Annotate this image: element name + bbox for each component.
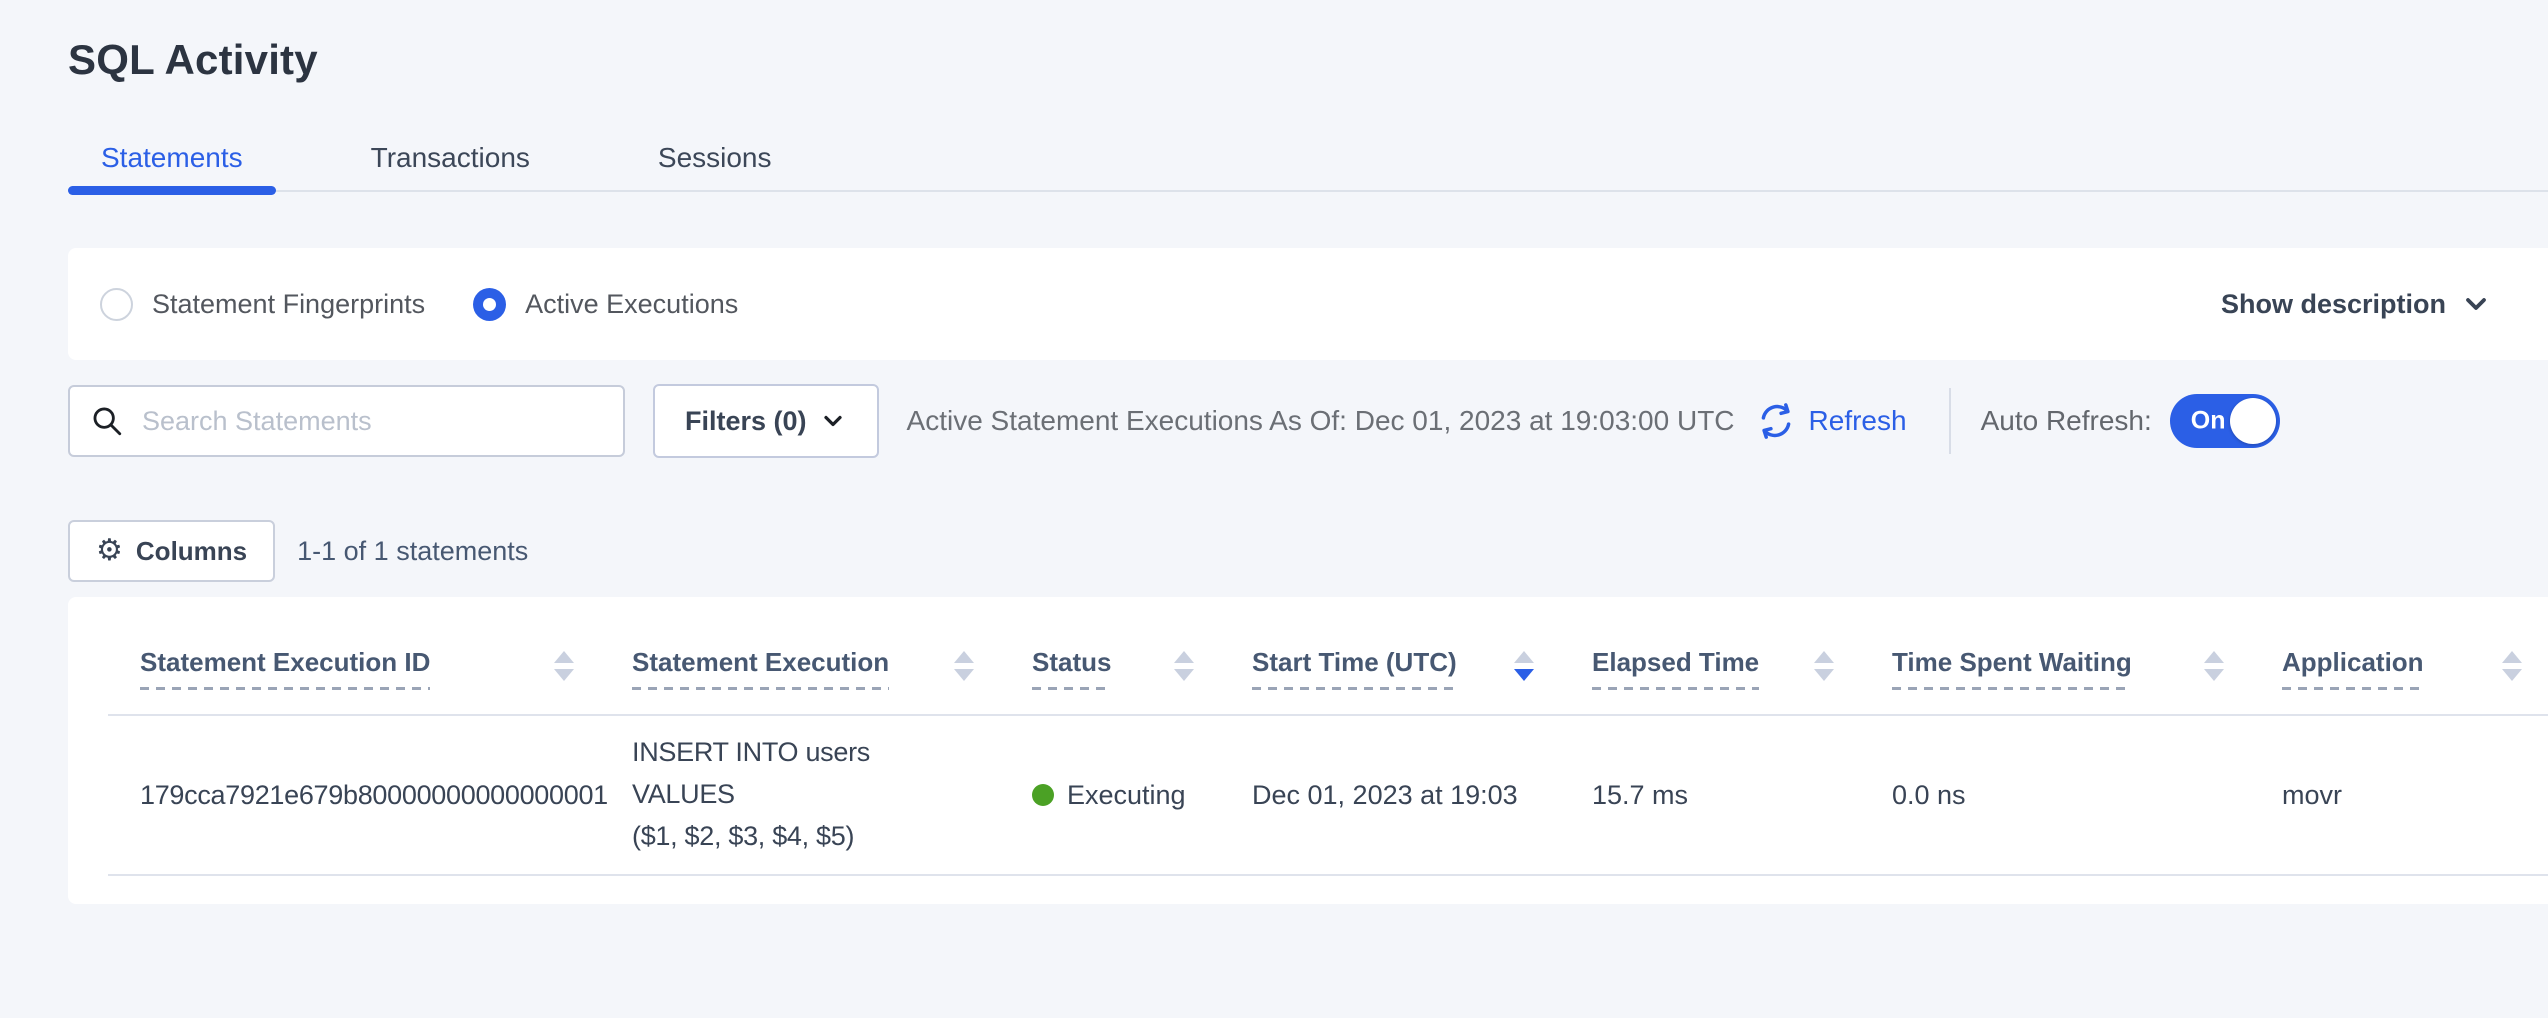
columns-label: Columns bbox=[136, 536, 247, 567]
vertical-divider bbox=[1949, 388, 1951, 454]
radio-unselected-icon[interactable] bbox=[100, 288, 133, 321]
columns-button[interactable]: ⚙ Columns bbox=[68, 520, 275, 582]
radio-active-executions[interactable]: Active Executions bbox=[473, 288, 738, 321]
column-header-time-spent-waiting[interactable]: Time Spent Waiting bbox=[1860, 597, 2250, 714]
as-of-timestamp: Active Statement Executions As Of: Dec 0… bbox=[907, 405, 1735, 437]
cell-execution-id: 179cca7921e679b80000000000000001 bbox=[108, 716, 600, 874]
table-toolbar: ⚙ Columns 1-1 of 1 statements bbox=[68, 520, 2548, 582]
chevron-down-icon bbox=[819, 407, 847, 435]
table-row[interactable]: 179cca7921e679b80000000000000001 INSERT … bbox=[108, 716, 2548, 876]
column-header-elapsed-time[interactable]: Elapsed Time bbox=[1560, 597, 1860, 714]
refresh-button[interactable]: Refresh bbox=[1755, 400, 1907, 442]
refresh-icon bbox=[1755, 400, 1797, 442]
sort-icon[interactable] bbox=[554, 647, 574, 681]
show-description-toggle[interactable]: Show description bbox=[2221, 288, 2492, 320]
search-icon bbox=[90, 404, 124, 438]
auto-refresh-toggle[interactable]: On bbox=[2170, 394, 2280, 448]
radio-statement-fingerprints[interactable]: Statement Fingerprints bbox=[100, 288, 425, 321]
cell-statement: INSERT INTO users VALUES ($1, $2, $3, $4… bbox=[600, 716, 1000, 874]
view-mode-card: Statement Fingerprints Active Executions… bbox=[68, 248, 2548, 360]
toggle-knob[interactable] bbox=[2230, 398, 2276, 444]
column-header-application[interactable]: Application bbox=[2250, 597, 2548, 714]
status-label: Executing bbox=[1067, 780, 1186, 811]
view-mode-radio-group: Statement Fingerprints Active Executions bbox=[100, 288, 738, 321]
radio-selected-icon[interactable] bbox=[473, 288, 506, 321]
sort-icon[interactable] bbox=[2204, 647, 2224, 681]
refresh-label: Refresh bbox=[1809, 405, 1907, 437]
toggle-state-label: On bbox=[2191, 407, 2226, 436]
radio-label: Statement Fingerprints bbox=[152, 289, 425, 320]
auto-refresh-label: Auto Refresh: bbox=[1981, 405, 2152, 437]
sort-icon-descending[interactable] bbox=[1514, 647, 1534, 681]
radio-label: Active Executions bbox=[525, 289, 738, 320]
column-header-start-time[interactable]: Start Time (UTC) bbox=[1220, 597, 1560, 714]
column-header-status[interactable]: Status bbox=[1000, 597, 1220, 714]
tab-transactions[interactable]: Transactions bbox=[338, 142, 563, 190]
search-box[interactable] bbox=[68, 385, 625, 457]
result-count: 1-1 of 1 statements bbox=[297, 536, 528, 567]
status-executing-dot-icon bbox=[1032, 784, 1054, 806]
show-description-label: Show description bbox=[2221, 289, 2446, 320]
column-header-statement-execution-id[interactable]: Statement Execution ID bbox=[108, 597, 600, 714]
sort-icon[interactable] bbox=[1814, 647, 1834, 681]
sql-activity-page: SQL Activity Statements Transactions Ses… bbox=[0, 36, 2548, 1018]
tab-sessions[interactable]: Sessions bbox=[625, 142, 805, 190]
sort-icon[interactable] bbox=[2502, 647, 2522, 681]
column-header-statement-execution[interactable]: Statement Execution bbox=[600, 597, 1000, 714]
cell-start-time: Dec 01, 2023 at 19:03 bbox=[1220, 716, 1560, 874]
chevron-down-icon bbox=[2460, 288, 2492, 320]
filters-label: Filters (0) bbox=[685, 406, 807, 437]
cell-status: Executing bbox=[1000, 716, 1220, 874]
tab-statements[interactable]: Statements bbox=[68, 142, 276, 190]
controls-row: Filters (0) Active Statement Executions … bbox=[68, 384, 2548, 458]
page-title: SQL Activity bbox=[68, 36, 2548, 84]
sort-icon[interactable] bbox=[954, 647, 974, 681]
statements-table-card: Statement Execution ID Statement Executi… bbox=[68, 597, 2548, 904]
tab-bar: Statements Transactions Sessions bbox=[68, 142, 2548, 192]
cell-time-spent-waiting: 0.0 ns bbox=[1860, 716, 2250, 874]
sort-icon[interactable] bbox=[1174, 647, 1194, 681]
cell-elapsed-time: 15.7 ms bbox=[1560, 716, 1860, 874]
table-header-row: Statement Execution ID Statement Executi… bbox=[108, 597, 2548, 716]
filters-button[interactable]: Filters (0) bbox=[653, 384, 879, 458]
gear-icon: ⚙ bbox=[96, 536, 123, 566]
search-input[interactable] bbox=[142, 406, 603, 437]
cell-application: movr bbox=[2250, 716, 2548, 874]
